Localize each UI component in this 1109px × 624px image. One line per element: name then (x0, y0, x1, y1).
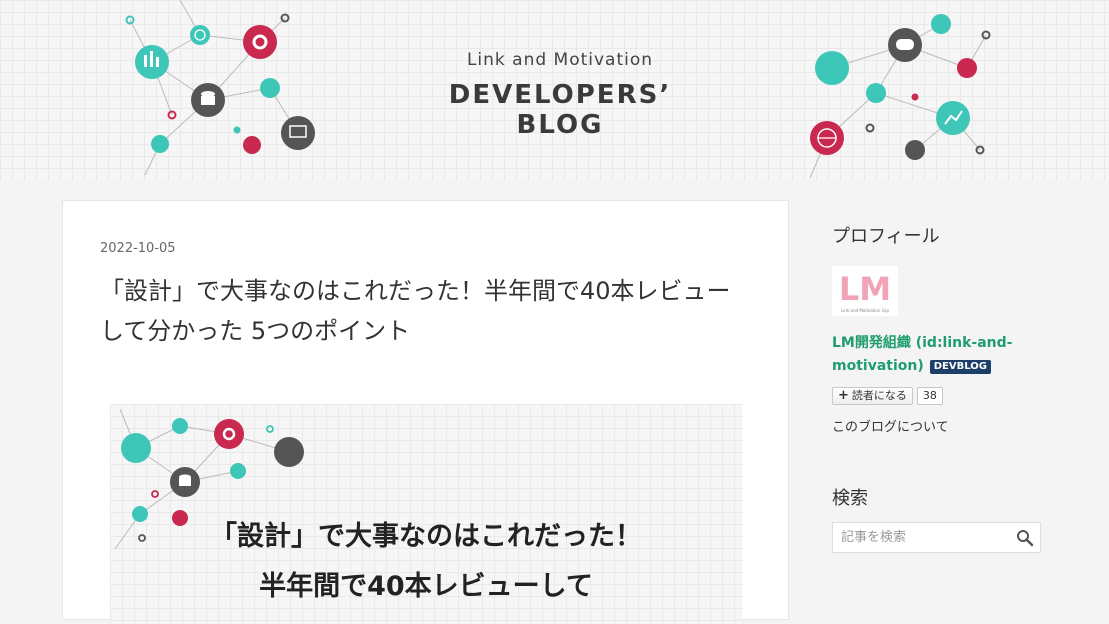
lm-logo-text: LM (839, 270, 891, 308)
plus-icon: + (838, 388, 849, 403)
eyecatch-headline-line-1: 「設計」で大事なのはこれだった！ (210, 521, 642, 552)
article-title: 「設計」で大事なのはこれだった！半年間で40本レビューして分かった 5つのポイン… (100, 277, 731, 345)
article-date[interactable]: 2022-10-05 (100, 241, 176, 256)
search-section-title: 検索 (832, 488, 868, 509)
about-blog-link[interactable]: このブログについて (832, 416, 949, 435)
profile-section-title: プロフィール (832, 226, 940, 247)
eyecatch-gear-icon (214, 419, 244, 449)
subscribe-button[interactable]: + 読者になる (832, 387, 913, 405)
eyecatch-hierarchy-icon (230, 463, 246, 479)
site-header: Link and Motivation DEVELOPERS’ BLOG (0, 0, 1109, 180)
subscribe-row: + 読者になる 38 (832, 387, 943, 405)
eyecatch-headline-line-2: 半年間で40本レビューして (259, 571, 593, 602)
search-icon[interactable] (1016, 529, 1034, 547)
lm-logo: LM Link and Motivation Grp (832, 266, 898, 316)
profile-avatar[interactable]: LM Link and Motivation Grp (832, 266, 898, 316)
article-card: 2022-10-05 「設計」で大事なのはこれだった！半年間で40本レビューして… (62, 200, 789, 624)
site-title-link[interactable]: Link and Motivation DEVELOPERS’ BLOG (0, 0, 1109, 180)
eyecatch-laptop-icon (274, 437, 304, 467)
devblog-badge: DEVBLOG (929, 360, 991, 374)
lm-logo-caption: Link and Motivation Grp (841, 308, 889, 313)
eyecatch-chart-icon (121, 433, 151, 463)
profile-name-link[interactable]: LM開発組織 (id:link-and-motivation) DEVBLOG (832, 332, 1042, 378)
search-box (832, 522, 1041, 553)
site-subtitle: Link and Motivation (466, 50, 654, 70)
subscriber-count[interactable]: 38 (916, 387, 943, 405)
site-title: DEVELOPERS’ BLOG (448, 80, 672, 140)
article-eyecatch-image[interactable]: 「設計」で大事なのはこれだった！ 半年間で40本レビューして (110, 404, 742, 624)
search-input[interactable] (833, 523, 1019, 552)
eyecatch-globe-icon (172, 418, 188, 434)
subscribe-label: 読者になる (851, 389, 907, 402)
